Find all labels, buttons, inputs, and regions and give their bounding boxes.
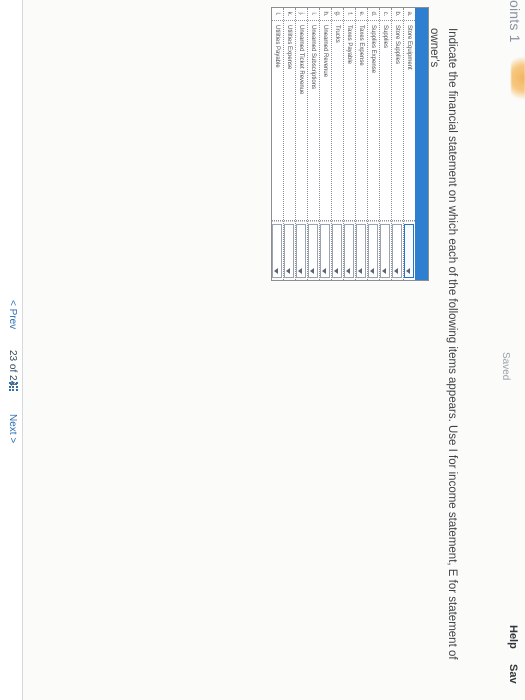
chevron-down-icon <box>334 268 338 274</box>
next-button[interactable]: Next > <box>7 414 18 443</box>
item-name: Unearned Subscriptions <box>308 21 319 221</box>
chevron-down-icon <box>382 268 386 274</box>
grid-icon[interactable] <box>8 382 18 392</box>
item-name: Utilities Payable <box>272 21 283 221</box>
save-exit-link[interactable]: Sav <box>507 664 519 684</box>
statement-select-cell <box>320 221 331 280</box>
item-letter: d. <box>368 8 379 21</box>
statement-dropdown[interactable] <box>320 224 330 278</box>
item-letter: c. <box>380 8 391 21</box>
chevron-down-icon <box>370 268 374 274</box>
statement-dropdown[interactable] <box>308 224 318 278</box>
table-row: a. Store Equipment <box>404 8 415 280</box>
item-name: Unearned Revenue <box>320 21 331 221</box>
help-link[interactable]: Help <box>507 625 519 649</box>
statement-select-cell <box>296 221 307 280</box>
chevron-down-icon <box>274 268 278 274</box>
item-name: Taxes Payable <box>344 21 355 221</box>
chevron-down-icon <box>322 268 326 274</box>
chevron-down-icon <box>310 268 314 274</box>
statement-dropdown[interactable] <box>272 224 282 278</box>
statement-select-cell <box>368 221 379 280</box>
page-indicator: 23 of 24 <box>7 350 18 387</box>
table-row: e. Taxes Expense <box>356 8 368 280</box>
item-letter: k. <box>284 8 295 21</box>
prev-button[interactable]: < Prev <box>7 300 18 329</box>
table-row: f. Taxes Payable <box>344 8 356 280</box>
header-highlight <box>511 52 525 104</box>
item-letter: f. <box>344 8 355 21</box>
item-name: Unearned Ticket Revenue <box>296 21 307 221</box>
chevron-down-icon <box>298 268 302 274</box>
table-row: k. Utilities Expense <box>284 8 296 280</box>
statement-select-cell <box>284 221 295 280</box>
chevron-down-icon <box>358 268 362 274</box>
statement-dropdown[interactable] <box>332 224 342 278</box>
bottom-navigation: < Prev 23 of 24 Next > <box>0 0 23 700</box>
table-row: g. Trucks <box>332 8 344 280</box>
chevron-down-icon <box>346 268 350 274</box>
item-name: Store Supplies <box>392 21 403 221</box>
item-letter: j. <box>296 8 307 21</box>
table-row: j. Unearned Ticket Revenue <box>296 8 308 280</box>
table-body: a. Store Equipment b. Store Supplies c. Suppl… <box>272 8 415 280</box>
statement-select-cell <box>356 221 367 280</box>
top-header: oints 1 Saved Help Sav <box>500 0 525 700</box>
statement-select-cell <box>308 221 319 280</box>
statement-select-cell <box>404 221 415 280</box>
statement-dropdown[interactable] <box>404 224 414 278</box>
statement-select-cell <box>380 221 391 280</box>
classification-table: a. Store Equipment b. Store Supplies c. Suppl… <box>271 7 429 281</box>
statement-dropdown[interactable] <box>368 224 378 278</box>
table-row: b. Store Supplies <box>392 8 404 280</box>
table-row: i. Unearned Subscriptions <box>308 8 320 280</box>
item-letter: i. <box>308 8 319 21</box>
statement-dropdown[interactable] <box>380 224 390 278</box>
saved-status: Saved <box>500 352 511 381</box>
instruction-line-1: Indicate the financial statement on whic… <box>428 28 458 660</box>
item-name: Supplies Expense <box>368 21 379 221</box>
statement-dropdown[interactable] <box>296 224 306 278</box>
chevron-down-icon <box>406 268 410 274</box>
table-row: d. Supplies Expense <box>368 8 380 280</box>
item-letter: a. <box>404 8 415 21</box>
item-name: Utilities Expense <box>284 21 295 221</box>
table-header <box>415 8 428 280</box>
item-letter: h. <box>320 8 331 21</box>
table-row: c. Supplies <box>380 8 392 280</box>
statement-dropdown[interactable] <box>392 224 402 278</box>
table-row: l. Utilities Payable <box>272 8 284 280</box>
statement-dropdown[interactable] <box>284 224 294 278</box>
statement-select-cell <box>344 221 355 280</box>
points-label: oints 1 <box>507 0 523 43</box>
statement-select-cell <box>392 221 403 280</box>
statement-select-cell <box>332 221 343 280</box>
item-letter: e. <box>356 8 367 21</box>
item-name: Taxes Expense <box>356 21 367 221</box>
item-name: Trucks <box>332 21 343 221</box>
item-letter: g. <box>332 8 343 21</box>
table-row: h. Unearned Revenue <box>320 8 332 280</box>
item-name: Supplies <box>380 21 391 221</box>
item-letter: l. <box>272 8 283 21</box>
statement-select-cell <box>272 221 283 280</box>
statement-dropdown[interactable] <box>356 224 366 278</box>
item-name: Store Equipment <box>404 21 415 221</box>
chevron-down-icon <box>394 268 398 274</box>
rotated-page: oints 1 Saved Help Sav Indicate the fina… <box>0 0 525 700</box>
chevron-down-icon <box>286 268 290 274</box>
item-letter: b. <box>392 8 403 21</box>
statement-dropdown[interactable] <box>344 224 354 278</box>
